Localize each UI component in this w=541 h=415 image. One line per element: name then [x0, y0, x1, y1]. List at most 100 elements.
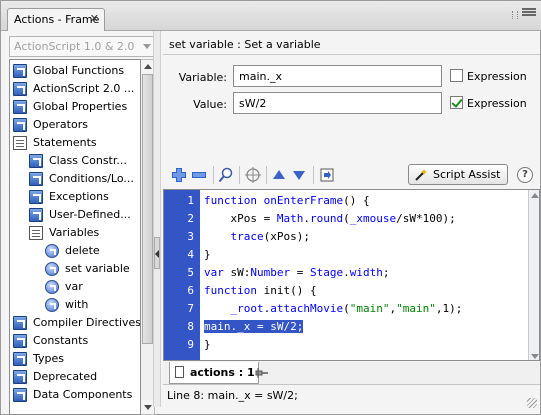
- code-token: sW:: [230, 266, 251, 279]
- code-token: ;: [382, 266, 390, 279]
- open-book-icon: [13, 136, 27, 150]
- code-line[interactable]: trace(xPos);: [204, 228, 310, 246]
- script-toolbar: Script Assist ?: [163, 162, 540, 188]
- tree-item[interactable]: Operators: [10, 116, 140, 134]
- action-description: set variable : Set a variable: [163, 35, 540, 55]
- tree-item[interactable]: Data Components: [10, 386, 140, 404]
- tree-item[interactable]: Deprecated: [10, 368, 140, 386]
- code-token: _root: [230, 302, 264, 315]
- tree-item[interactable]: ActionScript 2.0 ...: [10, 80, 140, 98]
- chevron-down-icon: [143, 44, 151, 49]
- collapse-toolbox-handle[interactable]: [154, 237, 160, 269]
- book-icon: [29, 172, 43, 186]
- open-book-icon: [29, 226, 43, 240]
- tree-item[interactable]: var: [10, 278, 140, 296]
- target-path-icon[interactable]: [245, 167, 261, 183]
- tree-item-label: Global Functions: [33, 64, 125, 77]
- code-token: "main": [349, 302, 390, 315]
- line-number: 2: [187, 212, 194, 225]
- code-line[interactable]: main._x = sW/2;: [204, 318, 304, 336]
- editor-scrollbar[interactable]: [528, 190, 539, 360]
- tree-item[interactable]: delete: [10, 242, 140, 260]
- code-token: (: [343, 302, 350, 315]
- insert-target-path-icon[interactable]: [319, 167, 335, 183]
- code-line[interactable]: function onEnterFrame() {: [204, 192, 370, 210]
- code-line[interactable]: _root.attachMovie("main","main",1);: [204, 300, 463, 318]
- code-token: "main": [396, 302, 436, 315]
- tree-item[interactable]: User-Defined...: [10, 206, 140, 224]
- panel-splitter[interactable]: [153, 31, 161, 407]
- status-text: Line 8: main._x = sW/2;: [167, 389, 298, 402]
- script-assist-button[interactable]: Script Assist: [408, 164, 508, 185]
- tree-item[interactable]: Global Properties: [10, 98, 140, 116]
- line-number: 6: [187, 284, 194, 297]
- tree-item[interactable]: Constants: [10, 332, 140, 350]
- expression-checkbox-variable[interactable]: [450, 69, 463, 82]
- resize-grip[interactable]: [527, 398, 537, 408]
- tree-item-label: ActionScript 2.0 ...: [33, 82, 135, 95]
- panel-tab[interactable]: Actions - Frame ✕: [7, 8, 105, 31]
- book-icon: [13, 352, 27, 366]
- tree-item[interactable]: Conditions/Lo...: [10, 170, 140, 188]
- pin-script-icon[interactable]: [255, 367, 269, 379]
- close-icon[interactable]: ✕: [90, 12, 99, 25]
- arrow-up-icon[interactable]: [531, 193, 539, 198]
- code-token: width: [349, 266, 383, 279]
- expression-label-value: Expression: [467, 97, 527, 110]
- tree-item[interactable]: Statements: [10, 134, 140, 152]
- action-icon: [45, 298, 59, 312]
- add-action-icon[interactable]: [171, 167, 187, 183]
- move-up-icon[interactable]: [271, 167, 287, 183]
- arrow-down-icon: [144, 405, 152, 410]
- script-pane: set variable : Set a variable Variable: …: [163, 31, 540, 411]
- tree-item[interactable]: Global Functions: [10, 62, 140, 80]
- magic-wand-icon: [415, 169, 427, 181]
- action-icon: [45, 280, 59, 294]
- code-editor[interactable]: 1 2 3 4 5 6 7 8 9 function onEnterFrame() { xPos…: [163, 189, 540, 361]
- tree-item-label: Variables: [49, 226, 100, 239]
- tree-item-label: set variable: [65, 262, 130, 275]
- code-token: Stage: [310, 266, 344, 279]
- move-down-icon[interactable]: [291, 167, 307, 183]
- tree-item-label: Exceptions: [49, 190, 109, 203]
- book-icon: [29, 154, 43, 168]
- tree-item[interactable]: Types: [10, 350, 140, 368]
- arrow-down-icon[interactable]: [531, 354, 539, 359]
- tree-item[interactable]: Variables: [10, 224, 140, 242]
- code-token: .: [303, 212, 310, 225]
- code-line[interactable]: xPos = Math.round(_xmouse/sW*100);: [204, 210, 455, 228]
- script-tab-actions[interactable]: actions : 1: [169, 362, 259, 384]
- variable-field[interactable]: main._x: [233, 65, 442, 87]
- code-line[interactable]: }: [204, 336, 211, 354]
- code-token: Number: [250, 266, 291, 279]
- tree-item-label: User-Defined...: [49, 208, 131, 221]
- tree-item[interactable]: set variable: [10, 260, 140, 278]
- actions-panel: Actions - Frame ✕ ActionScript 1.0 & 2.0…: [0, 0, 541, 415]
- tree-item-label: Global Properties: [33, 100, 128, 113]
- code-line[interactable]: }: [204, 246, 211, 264]
- code-token: (: [343, 212, 350, 225]
- panel-menu-icon[interactable]: [522, 7, 536, 21]
- status-bar: Line 8: main._x = sW/2;: [163, 386, 540, 406]
- grip-icon[interactable]: [512, 11, 518, 19]
- scroll-thumb[interactable]: [142, 74, 153, 344]
- tree-item[interactable]: with: [10, 296, 140, 314]
- tree-item[interactable]: Compiler Directives: [10, 314, 140, 332]
- panel-titlebar: Actions - Frame ✕: [1, 1, 541, 31]
- book-icon: [13, 388, 27, 402]
- code-line[interactable]: var sW:Number = Stage.width;: [204, 264, 390, 282]
- language-version-select[interactable]: ActionScript 1.0 & 2.0: [9, 36, 155, 57]
- expression-checkbox-value[interactable]: [450, 96, 463, 109]
- code-line[interactable]: function init() {: [204, 282, 317, 300]
- value-field[interactable]: sW/2: [233, 92, 442, 114]
- tree-item-label: Deprecated: [33, 370, 98, 383]
- tree-item[interactable]: Exceptions: [10, 188, 140, 206]
- actions-toolbox: ActionScript 1.0 & 2.0 Global Functions A…: [7, 33, 155, 415]
- tree-item[interactable]: Class Constr...: [10, 152, 140, 170]
- help-icon[interactable]: ?: [517, 167, 533, 183]
- find-icon[interactable]: [218, 167, 234, 183]
- book-icon: [13, 64, 27, 78]
- remove-action-icon[interactable]: [191, 167, 207, 183]
- code-token: attachMovie: [270, 302, 344, 315]
